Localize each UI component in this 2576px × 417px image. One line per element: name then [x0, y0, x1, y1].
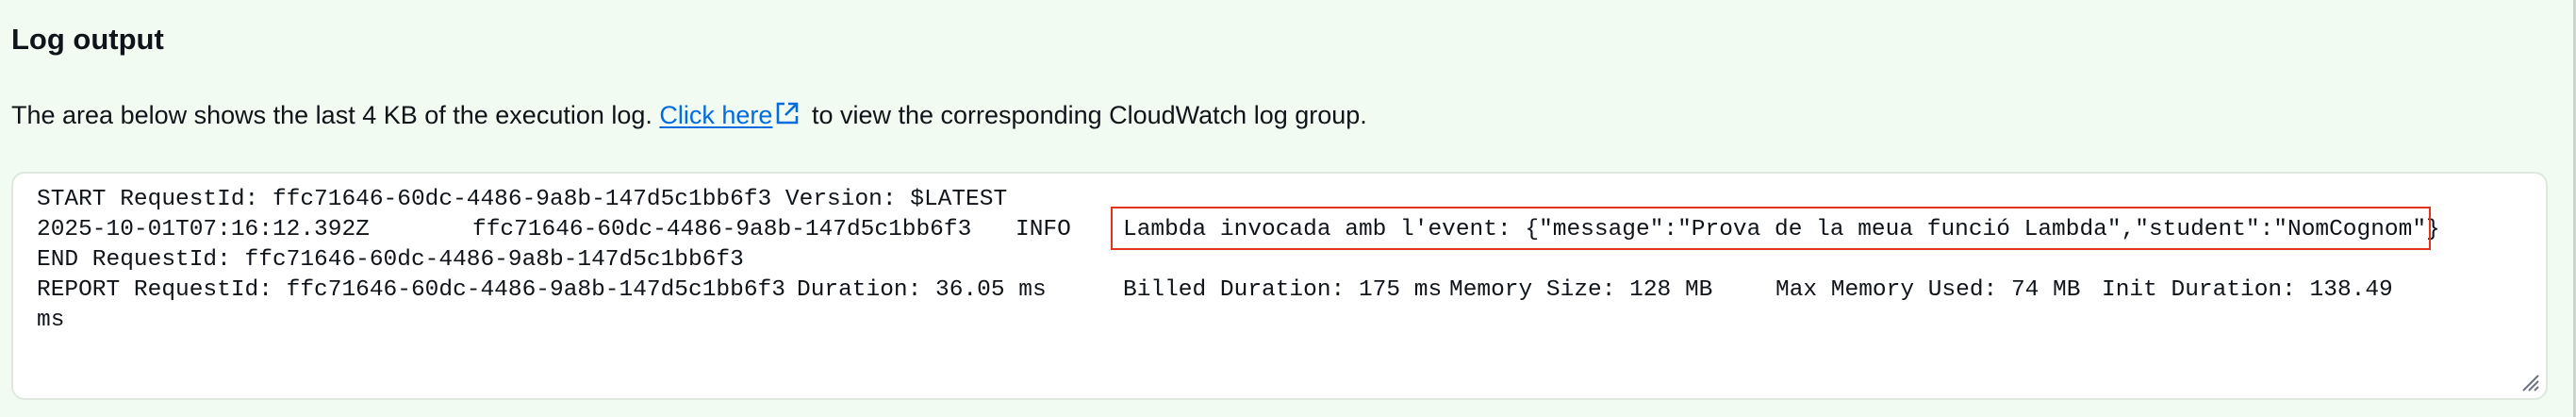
- section-title: Log output: [11, 23, 164, 56]
- report-billed-duration: Billed Duration: 175 ms: [1123, 277, 1443, 303]
- section-description: The area below shows the last 4 KB of th…: [11, 96, 1367, 137]
- description-before: The area below shows the last 4 KB of th…: [11, 101, 660, 129]
- report-memory-size: Memory Size: 128 MB: [1449, 277, 1713, 303]
- external-link-icon: [774, 99, 801, 137]
- report-request-id: REPORT RequestId: ffc71646-60dc-4486-9a8…: [37, 277, 785, 303]
- report-init-duration: Init Duration: 138.49: [2102, 277, 2393, 303]
- log-start-text: START RequestId: ffc71646-60dc-4486-9a8b…: [37, 187, 1008, 212]
- log-end-text: END RequestId: ffc71646-60dc-4486-9a8b-1…: [37, 247, 744, 273]
- cloudwatch-link-label: Click here: [659, 101, 773, 129]
- log-wrap-text: ms: [37, 308, 65, 333]
- resize-handle-icon[interactable]: [2521, 374, 2540, 392]
- highlighted-log-message: [1111, 207, 2431, 250]
- log-textarea[interactable]: START RequestId: ffc71646-60dc-4486-9a8b…: [11, 172, 2548, 400]
- report-max-memory: Max Memory Used: 74 MB: [1775, 277, 2081, 303]
- log-output-panel: Log output The area below shows the last…: [0, 0, 2576, 417]
- cloudwatch-link[interactable]: Click here: [659, 101, 804, 129]
- log-timestamp: 2025-10-01T07:16:12.392Z: [37, 217, 370, 242]
- report-duration: Duration: 36.05 ms: [797, 277, 1047, 303]
- log-request-id: ffc71646-60dc-4486-9a8b-147d5c1bb6f3: [472, 217, 972, 242]
- description-after: to view the corresponding CloudWatch log…: [804, 101, 1367, 129]
- log-level: INFO: [1016, 217, 1071, 242]
